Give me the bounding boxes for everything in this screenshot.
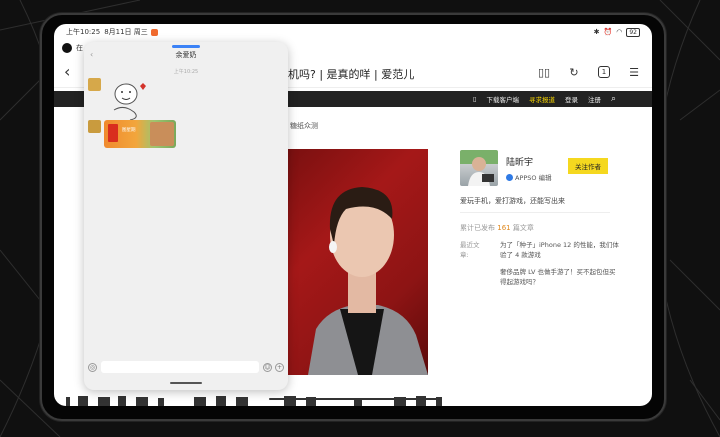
subnav-link[interactable]: 糖纸众测 [290, 121, 318, 131]
refresh-icon[interactable]: ↻ [566, 64, 582, 80]
sticker-message[interactable] [104, 78, 152, 124]
article-photo [288, 149, 428, 375]
author-role: APPSO 编辑 [506, 172, 552, 182]
published-number: 161 [497, 224, 511, 232]
published-prefix: 累计已发布 [460, 224, 495, 232]
floating-chat-window: ‹ 余爱奶 上午10:25 图星期 ◎ ☺ + [84, 42, 288, 390]
author-bio: 爱玩手机，爱打游戏，还能写出来 [460, 197, 565, 205]
browser-tab-icon[interactable] [62, 43, 72, 53]
plus-icon[interactable]: + [275, 362, 284, 372]
bluetooth-icon: ✱ [593, 28, 600, 36]
wifi-icon: ◠ [616, 28, 623, 36]
published-count: 累计已发布 161 篇文章 [460, 223, 534, 233]
tabs-button[interactable]: 1 [596, 64, 612, 80]
author-role-label: APPSO 编辑 [515, 174, 552, 182]
notification-icon [150, 28, 158, 36]
float-drag-handle[interactable] [172, 45, 200, 48]
back-icon[interactable]: ‹ [64, 62, 70, 81]
divider [460, 212, 610, 213]
chat-avatar[interactable] [88, 78, 101, 91]
voice-icon[interactable]: ◎ [88, 362, 97, 372]
recent-label-line2: 章: [460, 251, 469, 259]
article-text-partial [66, 396, 442, 406]
shared-card-message[interactable]: 图星期 [104, 120, 176, 148]
recent-article-link[interactable]: 为了「种子」iPhone 12 的性能，我们体验了 4 款游戏 [500, 240, 620, 260]
recent-label-line1: 最近文 [460, 241, 480, 249]
float-chat-time: 上午10:25 [173, 69, 199, 75]
verified-icon [506, 173, 513, 181]
chat-input-bar: ◎ ☺ + [88, 360, 284, 374]
float-chat-header: ‹ 余爱奶 [84, 50, 288, 66]
float-chat-title: 余爱奶 [175, 51, 197, 59]
author-avatar[interactable] [460, 150, 498, 186]
status-time: 上午10:25 [66, 28, 101, 36]
recent-article-link[interactable]: 奢侈品牌 LV 也做手游了！买不起包但买得起游戏吗？ [500, 267, 620, 287]
card-label: 图星期 [122, 128, 136, 133]
tab-count: 1 [598, 66, 610, 78]
alarm-icon: ⏰ [603, 28, 613, 36]
float-home-indicator[interactable] [170, 382, 202, 384]
author-name[interactable]: 陆昕宇 [506, 155, 533, 168]
browser-tab-label[interactable]: 在 [76, 43, 83, 53]
status-date: 8月11日 周三 [104, 28, 148, 36]
menu-icon[interactable]: ☰ [626, 64, 642, 80]
recent-articles-label: 最近文 章: [460, 240, 480, 260]
battery-icon: 92 [626, 27, 640, 37]
nav-register[interactable]: 注册 [588, 94, 601, 104]
phone-icon: ▯ [472, 95, 477, 103]
follow-author-button[interactable]: 关注作者 [568, 158, 608, 174]
home-indicator[interactable] [269, 398, 439, 400]
card-image [150, 122, 174, 146]
nav-download[interactable]: 下载客户端 [486, 94, 519, 104]
search-icon[interactable]: ⌕ [611, 94, 616, 104]
nav-login[interactable]: 登录 [565, 94, 578, 104]
nav-seek-report[interactable]: 寻求报道 [529, 94, 555, 104]
status-bar: 上午10:25 8月11日 周三 ✱ ⏰ ◠ 92 [54, 24, 652, 40]
emoji-icon[interactable]: ☺ [263, 362, 272, 372]
published-suffix: 篇文章 [512, 224, 534, 232]
card-badge-icon [108, 124, 118, 142]
page-title[interactable]: 机吗? | 是真的咩 | 爱范儿 [288, 66, 414, 82]
float-back-icon[interactable]: ‹ [90, 50, 93, 59]
recent-articles-list: 为了「种子」iPhone 12 的性能，我们体验了 4 款游戏 奢侈品牌 LV … [500, 240, 620, 294]
chat-input-field[interactable] [101, 361, 259, 373]
reader-icon[interactable]: ▯▯ [536, 64, 552, 80]
chat-avatar[interactable] [88, 120, 101, 133]
